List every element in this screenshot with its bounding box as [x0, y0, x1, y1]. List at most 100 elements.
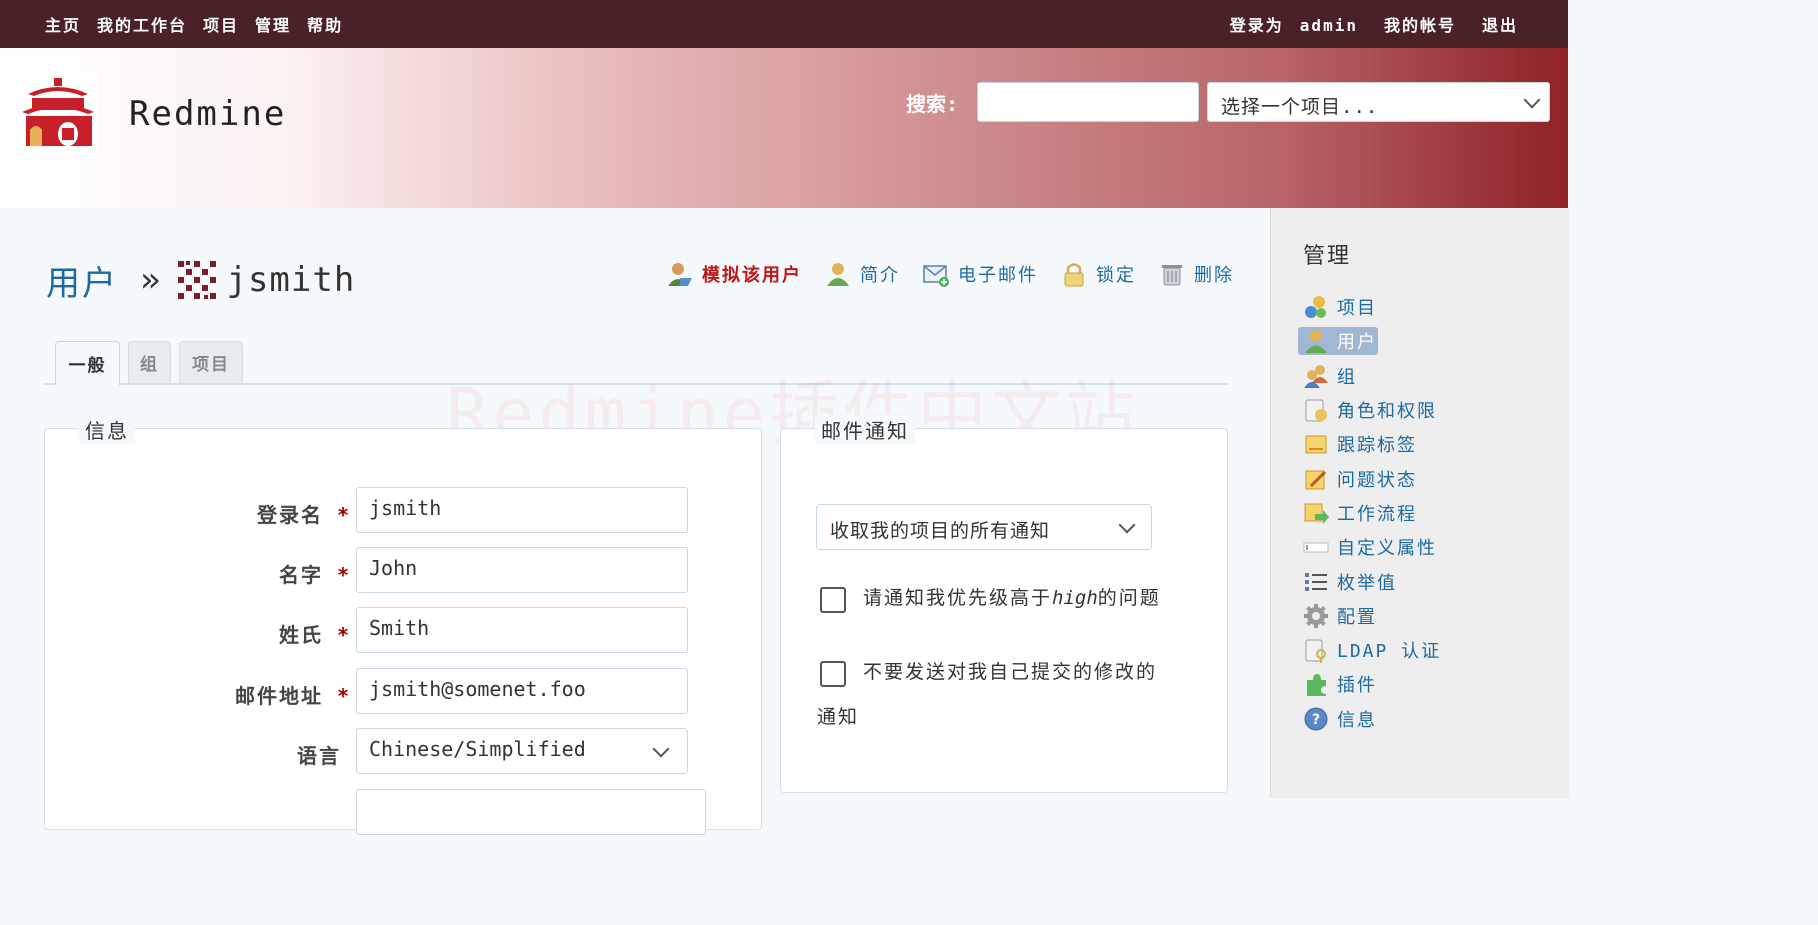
sidebar-item-workflows[interactable]: 工作流程	[1301, 496, 1441, 530]
mail-notification-select[interactable]: 收取我的项目的所有通知	[816, 504, 1152, 550]
language-select[interactable]: Chinese/Simplified	[356, 728, 688, 774]
mail-legend: 邮件通知	[815, 415, 915, 444]
sidebar-item-plugins[interactable]: 插件	[1301, 667, 1441, 701]
avatar	[176, 259, 219, 301]
sidebar-item-enumerations[interactable]: 枚举值	[1301, 564, 1441, 598]
search-input[interactable]	[977, 82, 1199, 122]
sidebar-item-issue-statuses[interactable]: 问题状态	[1301, 461, 1441, 495]
sidebar-item-label: 枚举值	[1337, 572, 1397, 594]
search-label: 搜索:	[906, 92, 959, 116]
nav-help-link[interactable]: 帮助	[307, 12, 343, 36]
trackers-icon	[1305, 435, 1327, 454]
user-actions: 模拟该用户 简介 电子邮件 锁定 删除	[666, 258, 1256, 290]
next-row	[45, 789, 761, 835]
logged-as: 登录为 admin	[1230, 12, 1358, 36]
sidebar-item-label: 问题状态	[1337, 469, 1417, 491]
enumerations-icon	[1305, 572, 1327, 591]
groups-icon	[1304, 364, 1328, 388]
breadcrumb-separator: »	[140, 260, 161, 300]
profile-link[interactable]: 简介	[824, 260, 900, 288]
mail-notification-fieldset: 邮件通知 收取我的项目的所有通知 请通知我优先级高于high的问题 不要发送对我…	[780, 415, 1228, 793]
required-mark: *	[336, 684, 351, 708]
delete-icon	[1162, 265, 1182, 286]
sidebar-item-label: 插件	[1337, 675, 1377, 697]
admin-menu: 项目 用户 组 角色和权限 跟踪标签 问题状态 工作流程 自定义属性 枚举值 配…	[1298, 290, 1441, 736]
sidebar-item-users[interactable]: 用户	[1298, 324, 1441, 358]
my-account-link[interactable]: 我的帐号	[1384, 12, 1456, 36]
lock-label: 锁定	[1096, 265, 1136, 286]
lastname-input[interactable]: Smith	[356, 607, 688, 653]
custom-fields-icon	[1303, 542, 1329, 553]
email-link[interactable]: 电子邮件	[922, 260, 1038, 288]
email-field[interactable]: jsmith@somenet.foo	[356, 668, 688, 714]
tab-projects[interactable]: 项目	[179, 341, 243, 383]
issue-status-icon	[1305, 470, 1327, 490]
sidebar-item-custom-fields[interactable]: 自定义属性	[1301, 530, 1441, 564]
sidebar-item-info[interactable]: ? 信息	[1301, 702, 1441, 736]
sidebar-item-label: 配置	[1337, 606, 1377, 628]
nav-admin-link[interactable]: 管理	[255, 12, 291, 36]
logout-link[interactable]: 退出	[1482, 12, 1518, 36]
impersonate-icon	[668, 263, 692, 286]
login-input[interactable]: jsmith	[356, 487, 688, 533]
nav-home-link[interactable]: 主页	[45, 12, 81, 36]
plugins-icon	[1307, 674, 1326, 697]
chevron-down-icon	[1118, 516, 1136, 534]
info-legend: 信息	[79, 415, 135, 444]
projects-icon	[1305, 296, 1326, 319]
language-row: 语言 Chinese/Simplified	[45, 728, 761, 774]
lastname-label: 姓氏 *	[278, 623, 351, 647]
page-title: 用户 » jsmith	[46, 256, 356, 305]
required-mark: *	[336, 503, 351, 527]
top-menu: 主页 我的工作台 项目 管理 帮助 登录为 admin 我的帐号 退出	[0, 0, 1568, 48]
admin-sidebar: 管理 项目 用户 组 角色和权限 跟踪标签 问题状态 工作流程 自定义属性 枚举…	[1270, 208, 1569, 798]
project-jump-select[interactable]: 选择一个项目...	[1207, 82, 1550, 122]
required-mark: *	[336, 563, 351, 587]
users-breadcrumb-link[interactable]: 用户	[46, 256, 118, 305]
sidebar-item-label: LDAP 认证	[1337, 641, 1442, 663]
logged-user-link[interactable]: admin	[1300, 16, 1358, 35]
priority-checkbox[interactable]	[820, 587, 846, 613]
sidebar-item-label: 项目	[1337, 298, 1377, 320]
roles-icon	[1305, 399, 1327, 422]
sidebar-item-groups[interactable]: 组	[1301, 359, 1441, 393]
lock-icon	[1064, 263, 1084, 287]
chevron-down-icon	[652, 740, 670, 758]
workflow-icon	[1304, 503, 1329, 524]
sidebar-item-label: 组	[1337, 366, 1357, 388]
firstname-label: 名字 *	[278, 563, 351, 587]
language-label: 语言	[297, 744, 341, 768]
nav-my-page-link[interactable]: 我的工作台	[97, 12, 187, 36]
sidebar-item-trackers[interactable]: 跟踪标签	[1301, 427, 1441, 461]
language-value: Chinese/Simplified	[369, 737, 586, 761]
tab-groups[interactable]: 组	[128, 341, 171, 383]
logged-as-label: 登录为	[1229, 16, 1284, 35]
no-self-notified-checkbox[interactable]	[820, 661, 846, 687]
firstname-row: 名字 * John	[45, 547, 761, 593]
sidebar-item-label: 角色和权限	[1337, 401, 1437, 423]
nav-projects-link[interactable]: 项目	[203, 12, 239, 36]
username-heading: jsmith	[226, 260, 356, 300]
mail-notification-value: 收取我的项目的所有通知	[830, 520, 1051, 542]
top-nav: 主页 我的工作台 项目 管理 帮助	[45, 0, 343, 48]
login-row: 登录名 * jsmith	[45, 487, 761, 533]
login-label: 登录名 *	[256, 503, 351, 527]
sidebar-title: 管理	[1303, 244, 1352, 269]
sidebar-item-label: 自定义属性	[1337, 538, 1437, 560]
tab-general[interactable]: 一般	[55, 341, 120, 385]
sidebar-item-roles[interactable]: 角色和权限	[1301, 393, 1441, 427]
priority-label: 请通知我优先级高于high的问题	[863, 587, 1161, 609]
firstname-input[interactable]: John	[356, 547, 688, 593]
sidebar-item-projects[interactable]: 项目	[1301, 290, 1441, 324]
sidebar-item-settings[interactable]: 配置	[1301, 599, 1441, 633]
required-mark: *	[336, 623, 351, 647]
impersonate-user-link[interactable]: 模拟该用户	[666, 260, 802, 288]
sidebar-item-ldap[interactable]: LDAP 认证	[1301, 633, 1441, 667]
app-title: Redmine	[129, 94, 287, 134]
sidebar-item-label: 信息	[1337, 709, 1377, 731]
delete-link[interactable]: 删除	[1158, 260, 1234, 288]
lock-link[interactable]: 锁定	[1060, 260, 1136, 288]
chevron-down-icon	[1523, 91, 1541, 109]
next-field[interactable]	[356, 789, 706, 835]
lastname-row: 姓氏 * Smith	[45, 607, 761, 653]
